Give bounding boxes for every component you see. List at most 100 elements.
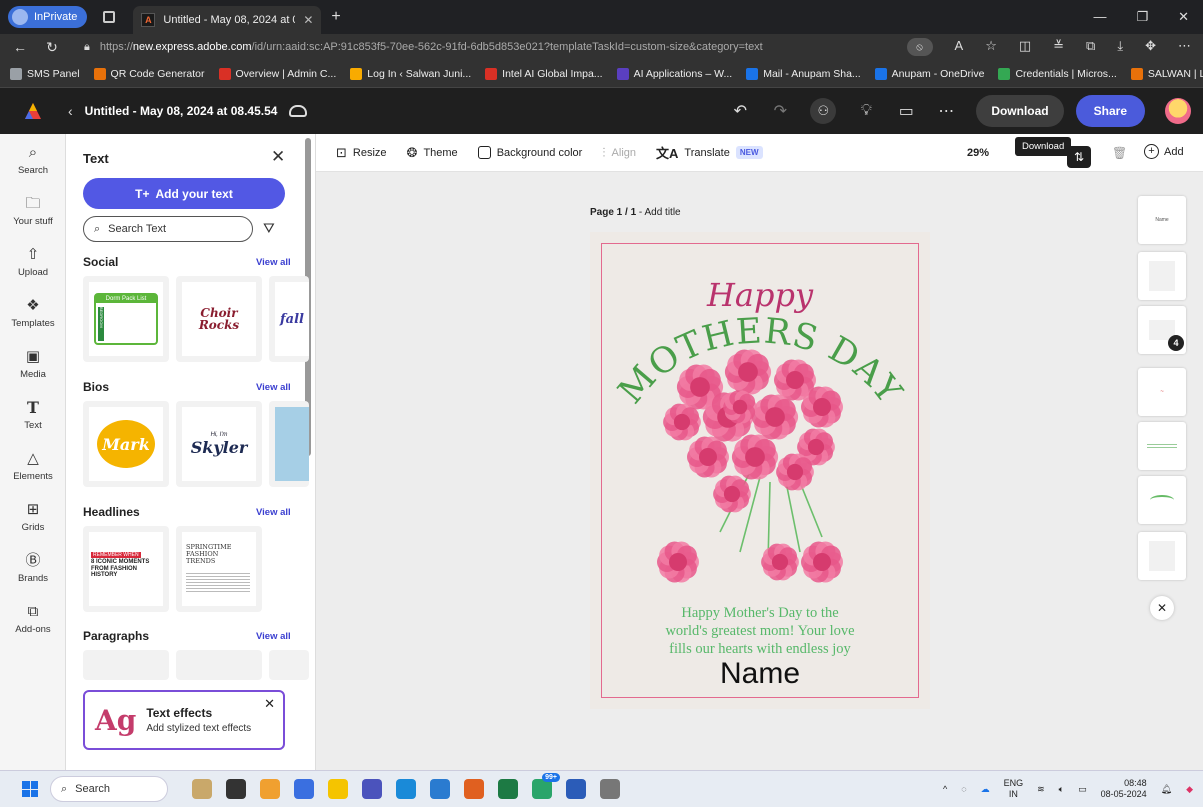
paragraphs-template-thumb[interactable] bbox=[176, 650, 262, 680]
back-icon[interactable]: ← bbox=[8, 39, 32, 55]
settings-gear-icon[interactable] bbox=[600, 779, 620, 799]
close-pages-icon[interactable]: ✕ bbox=[1150, 596, 1174, 620]
text-effects-card[interactable]: Ag Text effects Add stylized text effect… bbox=[83, 690, 285, 750]
headlines-template-thumb[interactable]: SPRINGTIME FASHION TRENDS bbox=[176, 526, 262, 612]
app-icon[interactable] bbox=[260, 779, 280, 799]
edge-icon[interactable] bbox=[396, 779, 416, 799]
app-icon[interactable] bbox=[294, 779, 314, 799]
window-close-icon[interactable]: ✕ bbox=[1178, 9, 1189, 25]
page-thumb[interactable] bbox=[1138, 252, 1186, 300]
downloads-icon[interactable]: ⤓ bbox=[1117, 38, 1123, 56]
page-thumb[interactable] bbox=[1138, 422, 1186, 470]
download-button[interactable]: Download bbox=[976, 95, 1064, 127]
extensions-icon[interactable]: ✥ bbox=[1145, 38, 1156, 56]
rail-item-search[interactable]: ⌕ Search bbox=[0, 134, 66, 185]
paragraphs-template-thumb[interactable] bbox=[83, 650, 169, 680]
undo-icon[interactable]: ↶ bbox=[730, 101, 750, 121]
translate-button[interactable]: 文A Translate NEW bbox=[656, 143, 763, 162]
bookmark-item[interactable]: Log In ‹ Salwan Juni... bbox=[350, 67, 471, 80]
bookmark-item[interactable]: SALWAN | Login bbox=[1130, 67, 1203, 80]
teams-icon[interactable] bbox=[362, 779, 382, 799]
tab-actions-icon[interactable] bbox=[103, 11, 116, 23]
add-text-button[interactable]: T+ Add your text bbox=[83, 178, 285, 209]
rail-item-brands[interactable]: Ⓑ Brands bbox=[0, 542, 66, 593]
excel-icon[interactable] bbox=[498, 779, 518, 799]
favorites-icon[interactable]: ≚ bbox=[1053, 38, 1064, 56]
read-aloud-icon[interactable]: A bbox=[955, 38, 964, 56]
browser-tab[interactable]: A Untitled - May 08, 2024 at 08.45. ✕ bbox=[133, 6, 322, 34]
card-message[interactable]: Happy Mother's Day to the world's greate… bbox=[610, 604, 910, 658]
bookmark-item[interactable]: QR Code Generator bbox=[93, 67, 205, 80]
filter-icon[interactable]: ⛛ bbox=[263, 220, 275, 237]
social-template-thumb[interactable]: Choir Rocks bbox=[176, 276, 262, 362]
view-all-paragraphs-link[interactable]: View all bbox=[256, 631, 291, 642]
share-button[interactable]: Share bbox=[1075, 95, 1145, 127]
minimize-icon[interactable]: — bbox=[1093, 9, 1106, 25]
page-thumb[interactable] bbox=[1138, 476, 1186, 524]
user-avatar[interactable] bbox=[1165, 98, 1191, 124]
tracking-prevention-icon[interactable]: ⦸ bbox=[906, 38, 933, 56]
windows-start-icon[interactable] bbox=[22, 781, 38, 797]
bookmark-item[interactable]: Overview | Admin C... bbox=[218, 67, 336, 80]
rail-item-upload[interactable]: ⇧ Upload bbox=[0, 236, 66, 287]
bios-template-thumb[interactable]: Hi, I'm Skyler bbox=[176, 401, 262, 487]
bookmark-item[interactable]: Credentials | Micros... bbox=[998, 67, 1117, 80]
redo-icon[interactable]: ↷ bbox=[770, 101, 790, 121]
new-tab-icon[interactable]: + bbox=[331, 8, 340, 26]
resize-button[interactable]: ⊡ Resize bbox=[336, 145, 387, 161]
social-template-thumb[interactable]: Dorm Pack List BEDROOM bbox=[83, 276, 169, 362]
firefox-icon[interactable] bbox=[464, 779, 484, 799]
text-effects-close-icon[interactable]: ✕ bbox=[264, 696, 275, 712]
view-all-bios-link[interactable]: View all bbox=[256, 382, 291, 393]
restore-icon[interactable]: ❐ bbox=[1136, 9, 1148, 25]
rail-item-grids[interactable]: ⊞ Grids bbox=[0, 491, 66, 542]
notifications-icon[interactable]: 🔔︎ bbox=[1161, 784, 1172, 795]
back-chevron-icon[interactable]: ‹ bbox=[68, 103, 73, 119]
tab-close-icon[interactable]: ✕ bbox=[303, 13, 313, 27]
trash-icon[interactable]: 🗑︎ bbox=[1112, 146, 1127, 160]
clock[interactable]: 08:48 08-05-2024 bbox=[1101, 778, 1147, 800]
volume-icon[interactable]: 🔈︎ bbox=[1059, 784, 1064, 795]
name-text[interactable]: Name bbox=[610, 657, 910, 691]
paragraphs-template-thumb[interactable] bbox=[269, 650, 309, 680]
text-search-input[interactable]: ⌕ Search Text bbox=[83, 216, 253, 242]
page-thumb[interactable]: Name bbox=[1138, 196, 1186, 244]
bookmark-item[interactable]: Mail - Anupam Sha... bbox=[746, 67, 861, 80]
taskbar-search[interactable]: ⌕ Search bbox=[50, 776, 168, 802]
collections-icon[interactable]: ⧉ bbox=[1086, 38, 1095, 56]
favorite-star-icon[interactable]: ☆ bbox=[985, 38, 997, 56]
tray-chevron-icon[interactable]: ^ bbox=[943, 784, 947, 794]
bios-template-thumb[interactable]: Mark bbox=[83, 401, 169, 487]
mothers-day-card[interactable]: Happy MOTHERS DAY Happy Mother's Day to … bbox=[590, 232, 930, 709]
document-title[interactable]: Untitled - May 08, 2024 at 08.45.54 bbox=[85, 104, 278, 118]
bookmark-item[interactable]: SMS Panel bbox=[10, 67, 80, 80]
more-menu-icon[interactable]: ⋯ bbox=[1178, 38, 1191, 56]
language-indicator[interactable]: ENG IN bbox=[1004, 778, 1024, 800]
page-label[interactable]: Page 1 / 1 - Add title bbox=[590, 207, 681, 218]
rail-item-templates[interactable]: ❖ Templates bbox=[0, 287, 66, 338]
onedrive-icon[interactable]: ☁ bbox=[981, 784, 990, 795]
ideas-bulb-icon[interactable]: 💡︎ bbox=[856, 102, 876, 120]
theme-button[interactable]: ❂ Theme bbox=[407, 145, 458, 161]
background-color-button[interactable]: Background color bbox=[477, 146, 582, 159]
rail-item-add-ons[interactable]: ⧉ Add-ons bbox=[0, 593, 66, 644]
view-all-headlines-link[interactable]: View all bbox=[256, 507, 291, 518]
design-canvas[interactable]: Page 1 / 1 - Add title Happy MOTHERS DAY… bbox=[316, 172, 1128, 770]
headlines-template-thumb[interactable]: REMEMBER WHEN 8 ICONIC MOMENTS FROM FASH… bbox=[83, 526, 169, 612]
weather-widget-icon[interactable] bbox=[192, 779, 212, 799]
adobe-express-logo[interactable] bbox=[24, 102, 42, 120]
rail-item-elements[interactable]: △ Elements bbox=[0, 440, 66, 491]
wifi-icon[interactable]: ≋ bbox=[1037, 784, 1045, 795]
whatsapp-icon[interactable]: 99+ bbox=[532, 773, 560, 799]
bookmark-item[interactable]: Intel AI Global Impa... bbox=[485, 67, 603, 80]
word-icon[interactable] bbox=[566, 779, 586, 799]
task-view-icon[interactable] bbox=[226, 779, 246, 799]
rail-item-media[interactable]: ▣ Media bbox=[0, 338, 66, 389]
inprivate-badge[interactable]: InPrivate bbox=[8, 6, 88, 28]
app-icon[interactable] bbox=[430, 779, 450, 799]
more-options-icon[interactable]: ⋯ bbox=[936, 101, 956, 121]
page-thumb[interactable] bbox=[1138, 532, 1186, 580]
zoom-level[interactable]: 29% bbox=[967, 147, 989, 159]
comment-icon[interactable]: ▭ bbox=[896, 101, 916, 121]
battery-icon[interactable]: ▭ bbox=[1078, 784, 1087, 795]
